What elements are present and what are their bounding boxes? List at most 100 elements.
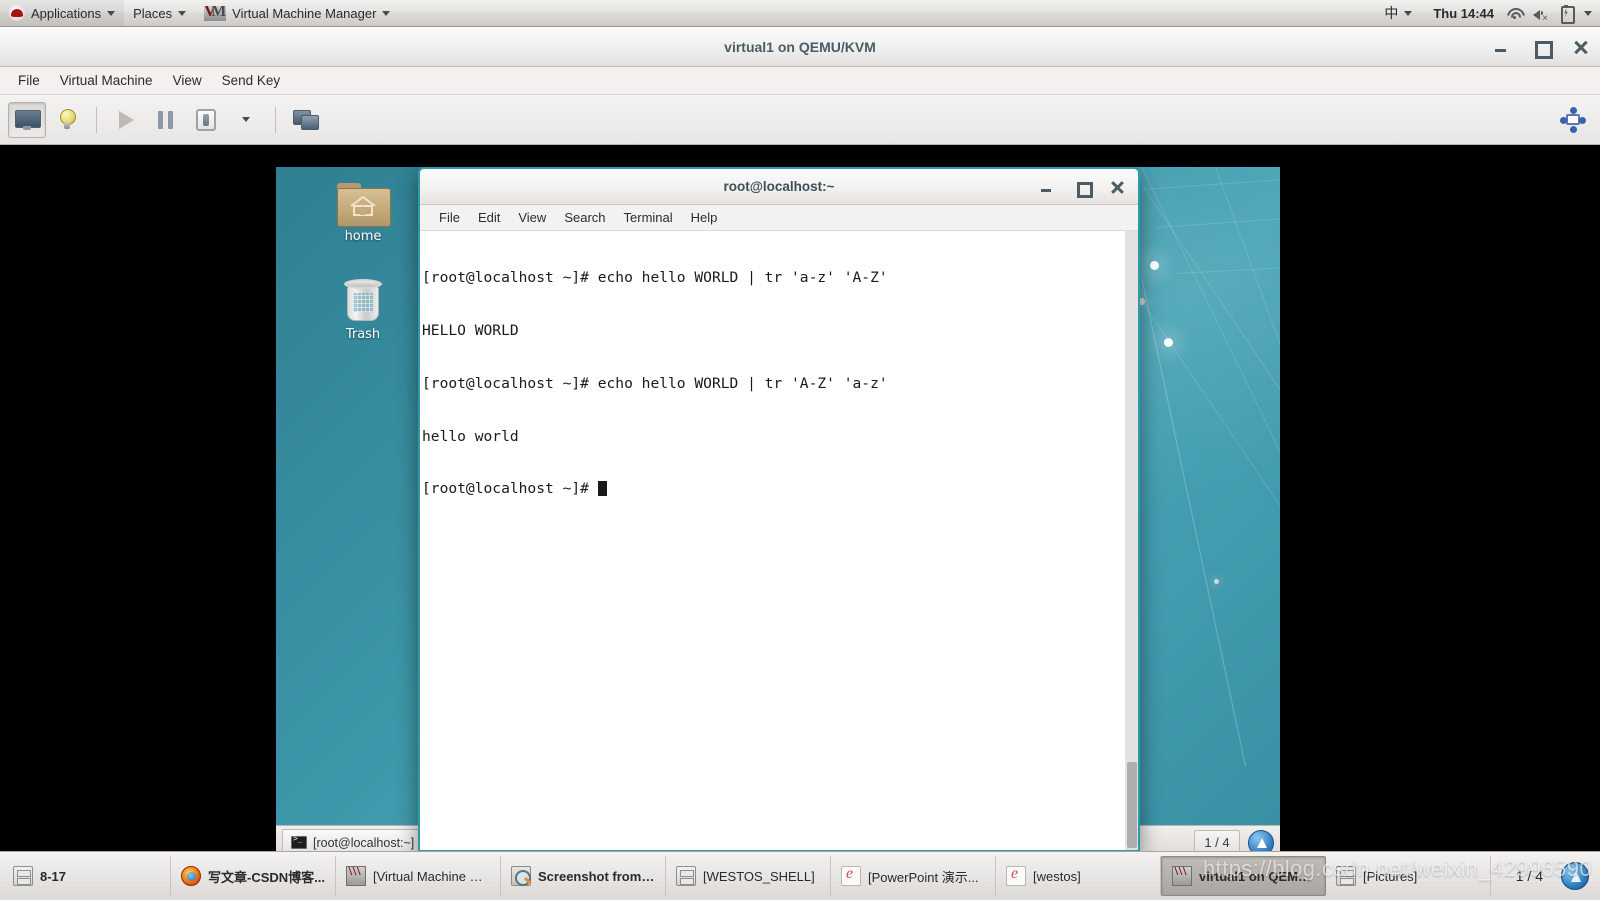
gnome-top-panel: Applications Places Virtual Machine Mana… [0,0,1600,27]
taskbar-item-label: [WESTOS_SHELL] [703,868,815,884]
menu-view[interactable]: View [163,69,212,92]
chevron-down-icon [1404,10,1413,16]
host-workspace-pager[interactable]: 1 / 4 [1508,862,1551,890]
desktop-icon-label: home [344,229,382,244]
chevron-down-icon[interactable] [1584,10,1592,16]
menu-send-key[interactable]: Send Key [212,69,291,92]
resize-arrows-icon [1560,107,1586,133]
terminal-scrollbar[interactable] [1125,231,1138,850]
terminal-scrollbar-thumb[interactable] [1127,762,1137,848]
taskbar-item-westos-shell[interactable]: [WESTOS_SHELL] [666,856,831,896]
gnome-terminal-window: root@localhost:~ File Edit View Search T… [418,167,1140,851]
wallpaper-line [1141,167,1280,743]
places-menu[interactable]: Places [124,0,195,26]
taskbar-item-westos[interactable]: [westos] [996,856,1161,896]
taskbar-item-8-17[interactable]: 8-17 [3,856,171,896]
terminal-line: [root@localhost ~]# echo hello WORLD | t… [422,269,888,287]
places-menu-label: Places [133,5,173,21]
close-icon[interactable] [1108,177,1128,197]
home-folder-icon [337,183,391,227]
toolbar-separator [96,106,97,133]
vm-console-viewport[interactable]: home Trash [root@localhost:~] [root@loca… [0,145,1600,851]
workspace-switch-icon[interactable] [1248,829,1274,851]
terminal-menu-view[interactable]: View [509,207,555,228]
terminal-output[interactable]: [root@localhost ~]# echo hello WORLD | t… [420,231,1125,850]
desktop-icon-home[interactable]: home [320,183,406,244]
wallpaper-line [1156,215,1280,228]
chevron-down-icon [382,10,391,16]
ime-label: 中 [1384,5,1399,21]
terminal-cursor [597,481,607,497]
shutdown-options-button[interactable] [227,102,265,138]
firefox-icon [181,866,201,886]
terminal-menu-terminal[interactable]: Terminal [615,207,682,228]
vmm-app-menu[interactable]: Virtual Machine Manager [195,0,399,26]
vmm-logo-icon [346,866,366,886]
run-button [107,102,145,138]
taskbar-item-pictures[interactable]: [Pictures] [1326,856,1491,896]
host-taskbar-right: 1 / 4 [1508,862,1597,890]
vmm-menubar: File Virtual Machine View Send Key [0,67,1600,95]
taskbar-item-virtual-machine-manager[interactable]: [Virtual Machine M... [336,856,501,896]
shutdown-icon [196,108,216,131]
virt-manager-window: virtual1 on QEMU/KVM File Virtual Machin… [0,27,1600,851]
fullscreen-button[interactable] [286,102,324,138]
menu-virtual-machine[interactable]: Virtual Machine [50,69,163,92]
terminal-body[interactable]: [root@localhost ~]# echo hello WORLD | t… [420,231,1138,850]
monitor-icon [15,109,41,130]
terminal-menu-search[interactable]: Search [555,207,614,228]
minimize-icon[interactable] [1036,177,1056,197]
taskbar-item-powerpoint[interactable]: [PowerPoint 演示... [831,856,996,896]
file-cabinet-icon [1336,866,1356,886]
terminal-menubar: File Edit View Search Terminal Help [420,205,1138,231]
vmm-toolbar-right [1554,95,1592,145]
shutdown-button[interactable] [187,102,225,138]
vmm-logo-icon [204,5,227,21]
pause-button[interactable] [147,102,185,138]
desktop-icon-label: Trash [345,327,381,342]
panel-status-area[interactable] [1506,5,1600,24]
chevron-down-icon [242,117,250,122]
vmm-titlebar: virtual1 on QEMU/KVM [0,27,1600,67]
guest-workspace-pager[interactable]: 1 / 4 [1194,829,1240,851]
wallpaper-dot [1214,579,1219,584]
trash-can-icon [343,279,383,323]
wifi-icon [1506,5,1522,21]
terminal-menu-help[interactable]: Help [682,207,727,228]
resize-to-vm-button[interactable] [1554,102,1592,138]
vmm-window-title: virtual1 on QEMU/KVM [724,38,876,55]
taskbar-item-label: [Virtual Machine M... [373,868,490,884]
terminal-menu-file[interactable]: File [430,207,469,228]
pause-icon [158,110,174,129]
play-icon [118,110,134,129]
host-taskbar: 8-17 写文章-CSDN博客... [Virtual Machine M...… [0,851,1600,900]
multi-monitor-icon [293,109,319,130]
taskbar-item-virtual1-qemu[interactable]: virtual1 on QEMU... [1161,856,1326,896]
vmm-window-controls [1490,27,1592,67]
terminal-line: HELLO WORLD [422,321,519,339]
applications-menu[interactable]: Applications [0,0,125,26]
redhat-logo-icon [9,5,25,21]
maximize-icon[interactable] [1530,36,1553,59]
taskbar-item-label: [PowerPoint 演示... [868,869,979,885]
terminal-menu-edit[interactable]: Edit [469,207,509,228]
wallpaper-line [1215,167,1280,826]
taskbar-item-screenshot[interactable]: Screenshot from 2... [501,856,666,896]
workspace-switch-icon[interactable] [1561,862,1589,890]
maximize-icon[interactable] [1072,177,1093,198]
document-icon [841,865,861,886]
input-method-indicator[interactable]: 中 [1375,0,1421,26]
minimize-icon[interactable] [1490,36,1512,58]
taskbar-item-label: virtual1 on QEMU... [1199,868,1315,884]
menu-file[interactable]: File [8,69,50,92]
guest-desktop[interactable]: home Trash [root@localhost:~] [root@loca… [276,167,1280,851]
panel-clock[interactable]: Thu 14:44 [1421,6,1506,21]
wallpaper-dot [1150,261,1159,270]
show-details-button[interactable] [48,102,86,138]
screenshot-icon [511,866,531,886]
close-icon[interactable] [1570,36,1592,58]
taskbar-item-csdn-blog[interactable]: 写文章-CSDN博客... [171,856,336,896]
terminal-prompt-line: [root@localhost ~]# [422,480,1125,498]
show-console-button[interactable] [8,101,46,138]
desktop-icon-trash[interactable]: Trash [320,279,406,342]
